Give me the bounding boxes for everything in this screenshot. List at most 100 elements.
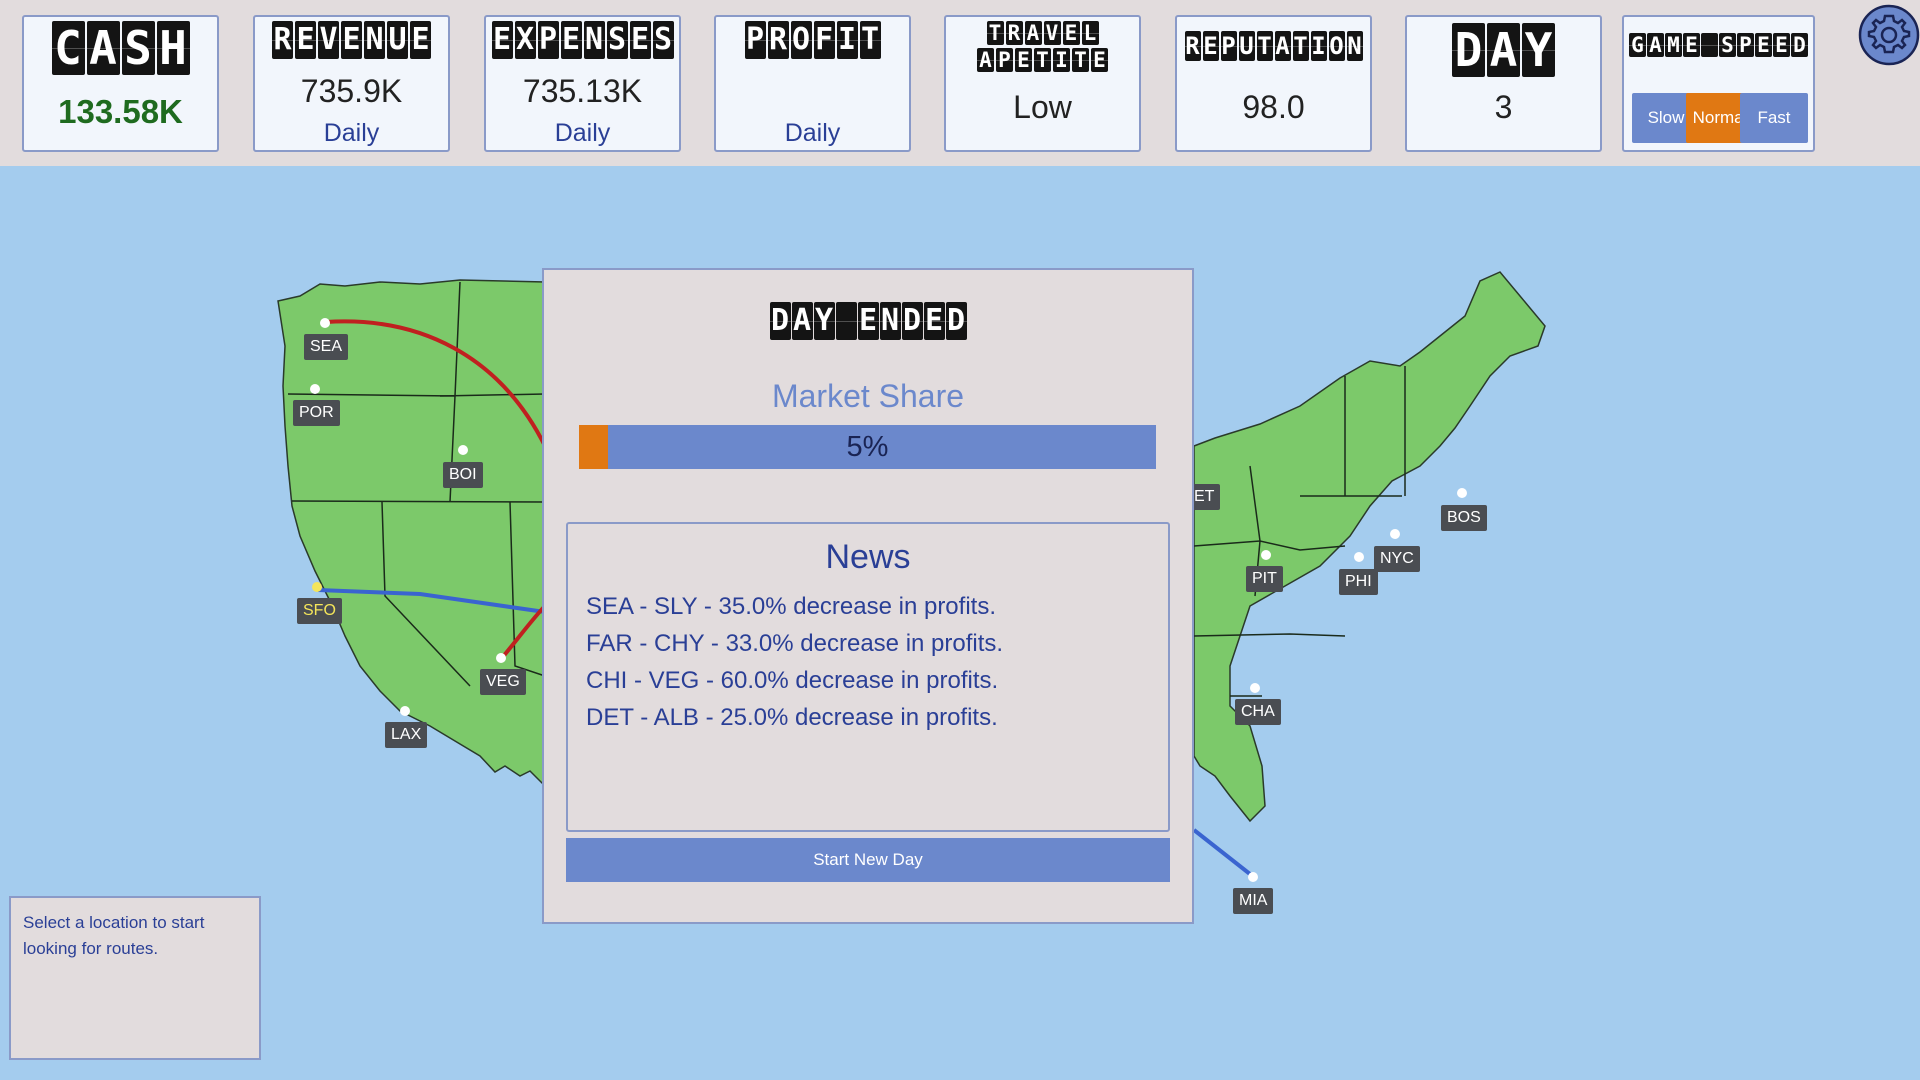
flap-char: V bbox=[1043, 21, 1061, 45]
flap-char: P bbox=[744, 21, 766, 59]
city-dot-veg[interactable] bbox=[496, 653, 506, 663]
revenue-period: Daily bbox=[323, 119, 380, 147]
expenses-card: EXPENSES 735.13K Daily bbox=[484, 15, 681, 152]
city-label-bos[interactable]: BOS bbox=[1441, 505, 1487, 531]
flap-char: E bbox=[1683, 33, 1700, 57]
flap-char: U bbox=[387, 21, 408, 59]
news-item: SEA - SLY - 35.0% decrease in profits. bbox=[586, 593, 996, 620]
travel-title-line1: TRAVEL bbox=[946, 21, 1139, 45]
flap-char: D bbox=[1791, 33, 1808, 57]
revenue-value: 735.9K bbox=[300, 73, 403, 109]
news-list: SEA - SLY - 35.0% decrease in profits. F… bbox=[586, 588, 1003, 736]
flap-char: T bbox=[986, 21, 1004, 45]
flap-char: N bbox=[583, 21, 605, 59]
gear-icon[interactable] bbox=[1858, 4, 1920, 66]
flap-char: E bbox=[1773, 33, 1790, 57]
flap-char: U bbox=[1238, 31, 1255, 61]
profit-card: PROFIT Daily bbox=[714, 15, 911, 152]
travel-appetite-card: TRAVEL APETITE Low bbox=[944, 15, 1141, 152]
city-label-pit[interactable]: PIT bbox=[1246, 566, 1283, 592]
flap-char: O bbox=[1328, 31, 1345, 61]
game-speed-title: GAME SPEED bbox=[1624, 33, 1813, 57]
city-label-det[interactable]: ET bbox=[1192, 484, 1221, 510]
flap-char: E bbox=[1091, 48, 1108, 72]
flap-char: P bbox=[1737, 33, 1754, 57]
city-dot-pit[interactable] bbox=[1261, 550, 1271, 560]
city-dot-bos[interactable] bbox=[1457, 488, 1467, 498]
flap-char: E bbox=[1062, 21, 1080, 45]
flap-char: A bbox=[86, 21, 120, 75]
start-new-day-button[interactable]: Start New Day bbox=[566, 838, 1170, 882]
city-label-phi[interactable]: PHI bbox=[1339, 569, 1378, 595]
flap-char: R bbox=[767, 21, 789, 59]
flap-char: L bbox=[1081, 21, 1099, 45]
city-label-nyc[interactable]: NYC bbox=[1374, 546, 1420, 572]
flap-char: P bbox=[996, 48, 1013, 72]
flap-char: T bbox=[1292, 31, 1309, 61]
flap-char: T bbox=[859, 21, 881, 59]
city-dot-nyc[interactable] bbox=[1390, 529, 1400, 539]
expenses-title: EXPENSES bbox=[486, 21, 679, 59]
flap-char: I bbox=[1310, 31, 1327, 61]
city-dot-mia[interactable] bbox=[1248, 872, 1258, 882]
city-dot-sfo[interactable] bbox=[312, 582, 322, 592]
travel-appetite-value: Low bbox=[1013, 89, 1072, 125]
city-label-mia[interactable]: MIA bbox=[1233, 888, 1274, 914]
city-dot-phi[interactable] bbox=[1354, 552, 1364, 562]
flap-char: E bbox=[629, 21, 651, 59]
flap-char: S bbox=[606, 21, 628, 59]
city-label-boi[interactable]: BOI bbox=[443, 462, 483, 488]
flap-char bbox=[835, 302, 857, 340]
flap-char: O bbox=[790, 21, 812, 59]
flap-char: V bbox=[318, 21, 339, 59]
flap-char: N bbox=[364, 21, 385, 59]
flap-char: R bbox=[1184, 31, 1201, 61]
city-label-sea[interactable]: SEA bbox=[304, 334, 349, 360]
city-label-sfo[interactable]: SFO bbox=[297, 598, 342, 624]
flap-char: D bbox=[1452, 23, 1485, 77]
news-item: CHI - VEG - 60.0% decrease in profits. bbox=[586, 667, 999, 694]
route-info-text: Select a location to start looking for r… bbox=[23, 913, 205, 958]
flap-char: S bbox=[1719, 33, 1736, 57]
expenses-period: Daily bbox=[554, 119, 611, 147]
flap-char: A bbox=[1647, 33, 1664, 57]
profit-period: Daily bbox=[784, 119, 841, 147]
city-label-lax[interactable]: LAX bbox=[385, 722, 428, 748]
flap-char: E bbox=[491, 21, 513, 59]
flap-char: R bbox=[1005, 21, 1023, 45]
news-panel: News SEA - SLY - 35.0% decrease in profi… bbox=[566, 522, 1170, 832]
city-dot-lax[interactable] bbox=[400, 706, 410, 716]
city-dot-por[interactable] bbox=[310, 384, 320, 394]
flap-char: E bbox=[1202, 31, 1219, 61]
flap-char: D bbox=[769, 302, 791, 340]
profit-title: PROFIT bbox=[716, 21, 909, 59]
flap-char: E bbox=[857, 302, 879, 340]
top-hud: CASH 133.58K REVENUE 735.9K Daily EXPENS… bbox=[0, 0, 1920, 166]
flap-char: S bbox=[121, 21, 155, 75]
city-label-veg[interactable]: VEG bbox=[480, 669, 526, 695]
city-dot-sea[interactable] bbox=[320, 318, 330, 328]
route-info-panel: Select a location to start looking for r… bbox=[9, 896, 261, 1060]
city-dot-cha[interactable] bbox=[1250, 683, 1260, 693]
flap-char: E bbox=[1015, 48, 1032, 72]
reputation-title: REPUTATION bbox=[1177, 31, 1370, 61]
flap-char: I bbox=[836, 21, 858, 59]
city-dot-boi[interactable] bbox=[458, 445, 468, 455]
speed-fast-button[interactable]: Fast bbox=[1740, 93, 1808, 143]
flap-char: I bbox=[1053, 48, 1070, 72]
flap-char: G bbox=[1629, 33, 1646, 57]
flap-char: A bbox=[1487, 23, 1520, 77]
city-label-por[interactable]: POR bbox=[293, 400, 340, 426]
flap-char: P bbox=[537, 21, 559, 59]
flap-char: T bbox=[1256, 31, 1273, 61]
expenses-value: 735.13K bbox=[522, 73, 643, 109]
day-ended-title: DAY ENDED bbox=[544, 302, 1192, 340]
news-item: DET - ALB - 25.0% decrease in profits. bbox=[586, 704, 998, 731]
flap-char: C bbox=[51, 21, 85, 75]
city-label-cha[interactable]: CHA bbox=[1235, 699, 1281, 725]
flap-char: N bbox=[1346, 31, 1363, 61]
flap-char: E bbox=[923, 302, 945, 340]
flap-char: F bbox=[813, 21, 835, 59]
day-card: DAY 3 bbox=[1405, 15, 1602, 152]
flap-char: M bbox=[1665, 33, 1682, 57]
